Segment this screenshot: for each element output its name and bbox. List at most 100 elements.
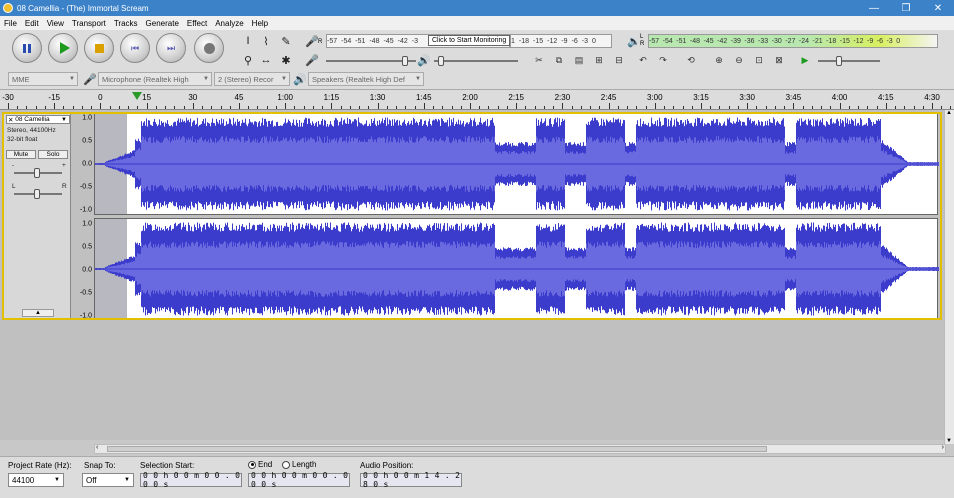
ruler-tick xyxy=(146,103,148,109)
track-menu-arrow-icon[interactable]: ▼ xyxy=(61,117,67,123)
monitor-tooltip[interactable]: Click to Start Monitoring xyxy=(428,35,511,46)
ruler-tick xyxy=(765,106,767,109)
project-rate-select[interactable]: 44100 ▼ xyxy=(8,473,64,487)
waveform-left-channel[interactable] xyxy=(94,113,939,215)
recording-device-select[interactable]: Microphone (Realtek High ▼ xyxy=(98,72,212,86)
cut-icon[interactable]: ✂ xyxy=(532,53,546,67)
timeshift-tool-icon[interactable]: ↔ xyxy=(258,52,274,68)
copy-icon[interactable]: ⧉ xyxy=(552,53,566,67)
tracks-area[interactable]: ✕ 08 Camellia ▼ Stereo, 44100Hz 32-bit f… xyxy=(0,110,944,440)
ruler-tick xyxy=(460,106,462,109)
menu-effect[interactable]: Effect xyxy=(187,19,207,28)
fit-project-icon[interactable]: ⊠ xyxy=(772,53,786,67)
ruler-tick xyxy=(100,103,102,109)
ruler-tick xyxy=(562,103,564,109)
silence-icon[interactable]: ⊟ xyxy=(612,53,626,67)
selection-end-value: 0 0 h 0 0 m 0 0 . 0 0 0 s xyxy=(251,471,349,489)
fit-selection-icon[interactable]: ⊡ xyxy=(752,53,766,67)
sync-lock-icon[interactable]: ⟲ xyxy=(684,53,698,67)
zoom-out-icon[interactable]: ⊖ xyxy=(732,53,746,67)
record-meter-right[interactable]: 1 -18 -15 -12 -9 -6 -3 0 xyxy=(510,34,612,48)
play-button[interactable] xyxy=(48,33,78,63)
ruler-label: 3:00 xyxy=(647,93,663,102)
ruler-tick xyxy=(941,106,943,109)
solo-button[interactable]: Solo xyxy=(38,150,68,159)
selection-end-field[interactable]: 0 0 h 0 0 m 0 0 . 0 0 0 s xyxy=(248,471,350,489)
ruler-tick xyxy=(543,106,545,109)
menu-view[interactable]: View xyxy=(47,19,64,28)
minimize-button[interactable]: — xyxy=(858,0,890,16)
scroll-left-icon[interactable]: ‹ xyxy=(96,444,98,451)
record-meter-tick: -45 xyxy=(383,37,394,45)
menu-help[interactable]: Help xyxy=(252,19,268,28)
ruler-tick xyxy=(811,106,813,109)
playback-volume-slider[interactable] xyxy=(434,56,518,66)
skip-end-button[interactable]: ⏭ xyxy=(156,33,186,63)
playback-device-select[interactable]: Speakers (Realtek High Def ▼ xyxy=(308,72,424,86)
close-button[interactable]: ✕ xyxy=(922,0,954,16)
menu-transport[interactable]: Transport xyxy=(72,19,106,28)
gain-slider[interactable] xyxy=(14,168,62,178)
snap-to-select[interactable]: Off ▼ xyxy=(82,473,134,487)
paste-icon[interactable]: ▤ xyxy=(572,53,586,67)
pause-icon xyxy=(23,43,31,53)
track-format-info: Stereo, 44100Hz xyxy=(7,127,56,134)
draw-tool-icon[interactable]: ✎ xyxy=(278,33,294,49)
audacity-logo-icon xyxy=(3,3,13,13)
selection-start-field[interactable]: 0 0 h 0 0 m 0 0 . 0 0 0 s xyxy=(140,471,242,489)
ruler-tick xyxy=(488,106,490,109)
vertical-scale-bottom[interactable]: 1.0 0.5 0.0 -0.5 -1.0 xyxy=(72,220,94,320)
recording-channels-select[interactable]: 2 (Stereo) Recor ▼ xyxy=(214,72,290,86)
timeline-ruler[interactable]: -30 -15 0 15 30 45 1:00 1:15 1:30 1:45 2:00 2:15 2:3… xyxy=(0,90,954,110)
end-radio[interactable] xyxy=(248,460,256,469)
length-radio[interactable] xyxy=(282,460,290,469)
recording-volume-slider[interactable] xyxy=(326,56,416,66)
menu-analyze[interactable]: Analyze xyxy=(215,19,243,28)
pause-button[interactable] xyxy=(12,33,42,63)
amplitude-label: 1.0 xyxy=(82,114,92,122)
scroll-down-icon[interactable]: ▼ xyxy=(946,438,952,444)
menu-file[interactable]: File xyxy=(4,19,17,28)
play-speed-slider[interactable] xyxy=(818,56,880,66)
ruler-tick xyxy=(580,106,582,109)
skip-start-button[interactable]: ⏮ xyxy=(120,33,150,63)
track-name-menu[interactable]: ✕ 08 Camellia ▼ xyxy=(6,115,70,124)
audio-host-select[interactable]: MME ▼ xyxy=(8,72,78,86)
play-meter[interactable]: -57 -54 -51 -48 -45 -42 -39 -36 -33 -30 -27 -24 -21-… xyxy=(648,34,938,48)
vertical-scale-top[interactable]: 1.0 0.5 0.0 -0.5 -1.0 xyxy=(72,114,94,214)
pan-slider[interactable] xyxy=(14,189,62,199)
redo-icon[interactable]: ↷ xyxy=(656,53,670,67)
vertical-scrollbar[interactable]: ▲ ▼ xyxy=(944,110,954,444)
collapse-track-button[interactable]: ▲ xyxy=(22,309,54,317)
scroll-up-icon[interactable]: ▲ xyxy=(946,110,952,116)
menu-edit[interactable]: Edit xyxy=(25,19,39,28)
ruler-tick xyxy=(248,106,250,109)
record-button[interactable] xyxy=(194,33,224,63)
undo-icon[interactable]: ↶ xyxy=(636,53,650,67)
record-meter-tick: -57 xyxy=(327,37,338,45)
length-radio-option[interactable]: Length xyxy=(282,460,316,469)
zoom-tool-icon[interactable]: ⚲ xyxy=(240,52,256,68)
audio-position-field[interactable]: 0 0 h 0 0 m 1 4 . 2 8 0 s xyxy=(360,471,462,489)
play-at-speed-icon[interactable]: ▶ xyxy=(798,53,812,67)
envelope-tool-icon[interactable]: ⌇ xyxy=(258,33,274,49)
trim-icon[interactable]: ⊞ xyxy=(592,53,606,67)
menu-tracks[interactable]: Tracks xyxy=(114,19,138,28)
scroll-right-icon[interactable]: › xyxy=(942,444,944,451)
mute-button[interactable]: Mute xyxy=(6,150,36,159)
ruler-label: 1:15 xyxy=(323,93,340,102)
track-close-icon[interactable]: ✕ xyxy=(8,116,13,124)
horizontal-scroll-thumb[interactable] xyxy=(107,446,767,452)
ruler-tick xyxy=(774,106,776,109)
menu-generate[interactable]: Generate xyxy=(146,19,179,28)
horizontal-scrollbar[interactable]: ‹ › xyxy=(94,444,946,454)
multi-tool-icon[interactable]: ✱ xyxy=(278,52,294,68)
zoom-in-icon[interactable]: ⊕ xyxy=(712,53,726,67)
waveform-right-channel[interactable] xyxy=(94,218,939,320)
stop-button[interactable] xyxy=(84,33,114,63)
end-radio-option[interactable]: End xyxy=(248,460,272,469)
maximize-button[interactable]: ❐ xyxy=(890,0,922,16)
track-control-panel[interactable]: ✕ 08 Camellia ▼ Stereo, 44100Hz 32-bit f… xyxy=(3,112,71,320)
selection-tool-icon[interactable]: I xyxy=(240,33,256,49)
playhead-icon[interactable] xyxy=(132,92,142,100)
